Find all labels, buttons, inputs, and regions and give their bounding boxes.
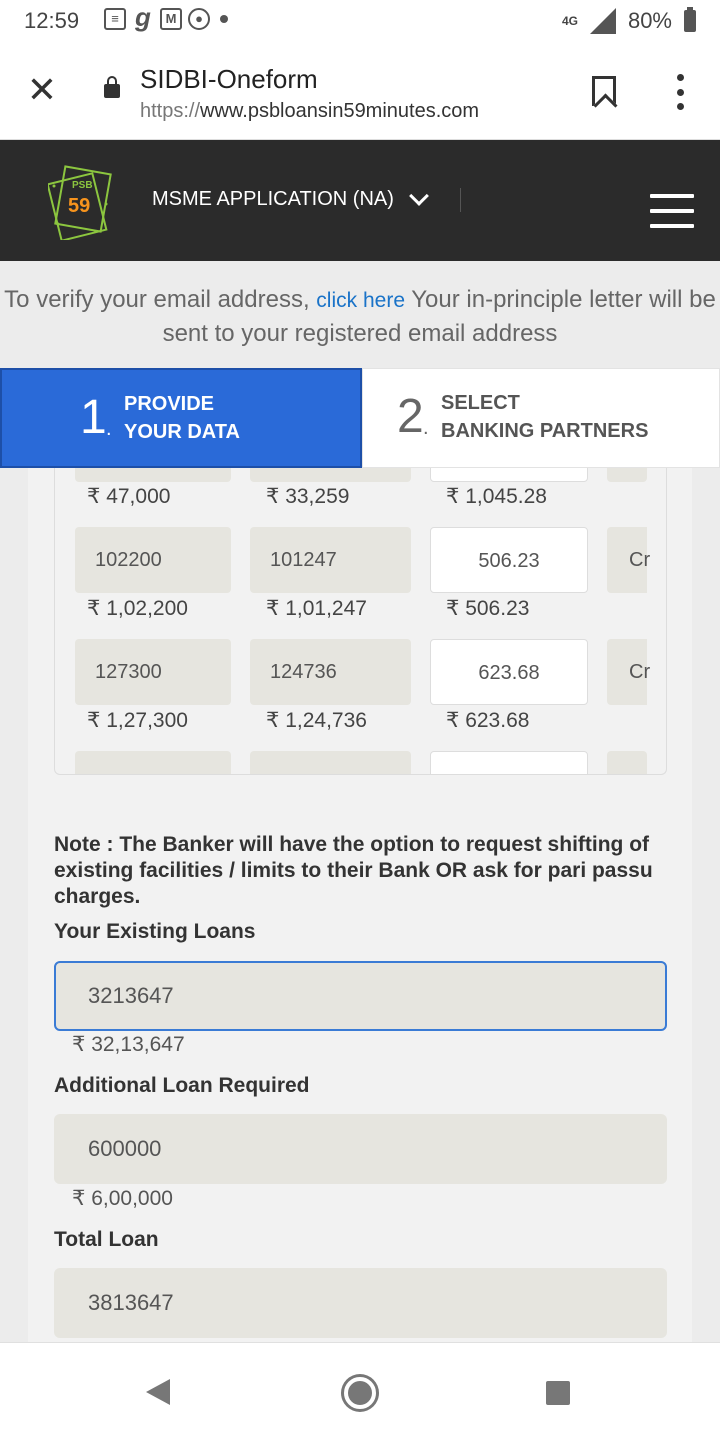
battery-icon (684, 7, 696, 32)
header-divider (460, 188, 461, 212)
application-selector-label: MSME APPLICATION (NA) (152, 188, 394, 210)
additional-loan-formatted: ₹ 6,00,000 (72, 1187, 173, 1210)
verify-prefix: To verify your email address, (4, 286, 310, 313)
existing-loans-label: Your Existing Loans (54, 920, 256, 943)
banker-note: Note : The Banker will have the option t… (54, 833, 653, 908)
close-tab-button[interactable]: ✕ (24, 72, 60, 108)
browser-toolbar: ✕ SIDBI-Oneform https://www.psbloansin59… (0, 44, 720, 140)
recent-apps-icon[interactable] (546, 1381, 570, 1405)
step-select-banking-partners[interactable]: 2. SELECT BANKING PARTNERS (362, 368, 720, 468)
table-cell[interactable] (607, 468, 647, 482)
existing-loans-input[interactable]: 3213647 (54, 961, 667, 1031)
home-icon[interactable] (344, 1377, 376, 1409)
table-cell[interactable]: 124736 (250, 639, 411, 705)
table-cell[interactable] (607, 751, 647, 774)
battery-percent: 80% (627, 8, 672, 33)
site-header: PSB 59 MSME APPLICATION (NA) (0, 140, 720, 261)
table-cell[interactable]: 101247 (250, 527, 411, 593)
page-title: SIDBI-Oneform (140, 64, 318, 94)
verify-email-notice: To verify your email address, click here… (0, 261, 720, 368)
notification-icons: ≡ g M ● (104, 2, 228, 32)
table-cell-input[interactable]: 623.68 (430, 639, 588, 705)
lock-icon[interactable] (104, 76, 120, 98)
progress-steps: 1. PROVIDE YOUR DATA 2. SELECT BANKING P… (0, 368, 720, 468)
table-cell-input[interactable] (430, 751, 588, 774)
status-right: 4G 80% (561, 7, 696, 34)
logo-number-text: 59 (68, 195, 90, 217)
bookmark-icon[interactable] (592, 76, 616, 106)
table-value: ₹ 47,000 (87, 485, 171, 508)
additional-loan-label: Additional Loan Required (54, 1074, 310, 1097)
table-cell[interactable] (250, 751, 411, 774)
table-value: ₹ 1,01,247 (266, 597, 367, 620)
table-value: ₹ 1,24,736 (266, 709, 367, 732)
table-cell[interactable] (75, 468, 231, 482)
status-bar: 12:59 ≡ g M ● 4G 80% (0, 0, 720, 44)
signal-icon (589, 8, 616, 34)
table-cell[interactable] (75, 751, 231, 774)
more-options-icon[interactable] (668, 74, 692, 110)
more-notifications-icon (220, 15, 228, 23)
table-cell[interactable] (250, 468, 411, 482)
table-value: ₹ 1,27,300 (87, 709, 188, 732)
psb59-logo[interactable]: PSB 59 (48, 164, 114, 240)
notes-icon: ≡ (104, 8, 126, 30)
table-cell[interactable]: Cr (607, 639, 650, 705)
total-loan-input[interactable]: 3813647 (54, 1268, 667, 1338)
table-value: ₹ 1,045.28 (446, 485, 547, 508)
step-number: 1 (80, 391, 107, 444)
step-number: 2 (397, 390, 424, 443)
url-host: www.psbloansin59minutes.com (200, 100, 480, 122)
status-time: 12:59 (24, 8, 80, 33)
hamburger-menu-icon[interactable] (650, 194, 694, 228)
network-type: 4G (561, 13, 578, 28)
application-selector[interactable]: MSME APPLICATION (NA) (152, 185, 429, 211)
table-cell[interactable]: 127300 (75, 639, 231, 705)
back-icon[interactable] (146, 1379, 170, 1405)
chrome-icon: ● (188, 8, 210, 30)
total-loan-label: Total Loan (54, 1228, 159, 1251)
table-cell[interactable]: 102200 (75, 527, 231, 593)
step-provide-data[interactable]: 1. PROVIDE YOUR DATA (0, 368, 362, 468)
table-value: ₹ 506.23 (446, 597, 530, 620)
logo-psb-text: PSB (72, 180, 93, 191)
table-cell[interactable]: Cr (607, 527, 650, 593)
chevron-down-icon (408, 185, 429, 206)
table-value: ₹ 623.68 (446, 709, 530, 732)
table-value: ₹ 33,259 (266, 485, 350, 508)
g-app-icon: g (135, 2, 151, 32)
form-content[interactable]: ₹ 47,000 ₹ 33,259 ₹ 1,045.28 102200 1012… (0, 468, 720, 1342)
page-url[interactable]: https://www.psbloansin59minutes.com (140, 100, 479, 123)
table-value: ₹ 1,02,200 (87, 597, 188, 620)
url-scheme: https:// (140, 100, 201, 122)
step-label: SELECT BANKING PARTNERS (441, 392, 649, 442)
facilities-table[interactable]: ₹ 47,000 ₹ 33,259 ₹ 1,045.28 102200 1012… (54, 468, 667, 775)
table-cell-input[interactable]: 506.23 (430, 527, 588, 593)
verify-click-here-link[interactable]: click here (316, 289, 405, 312)
gmail-icon: M (160, 8, 182, 30)
additional-loan-input[interactable]: 600000 (54, 1114, 667, 1184)
table-cell-input[interactable] (430, 468, 588, 482)
step-label: PROVIDE YOUR DATA (124, 393, 240, 443)
system-navigation-bar (0, 1342, 720, 1440)
existing-loans-formatted: ₹ 32,13,647 (72, 1033, 185, 1056)
